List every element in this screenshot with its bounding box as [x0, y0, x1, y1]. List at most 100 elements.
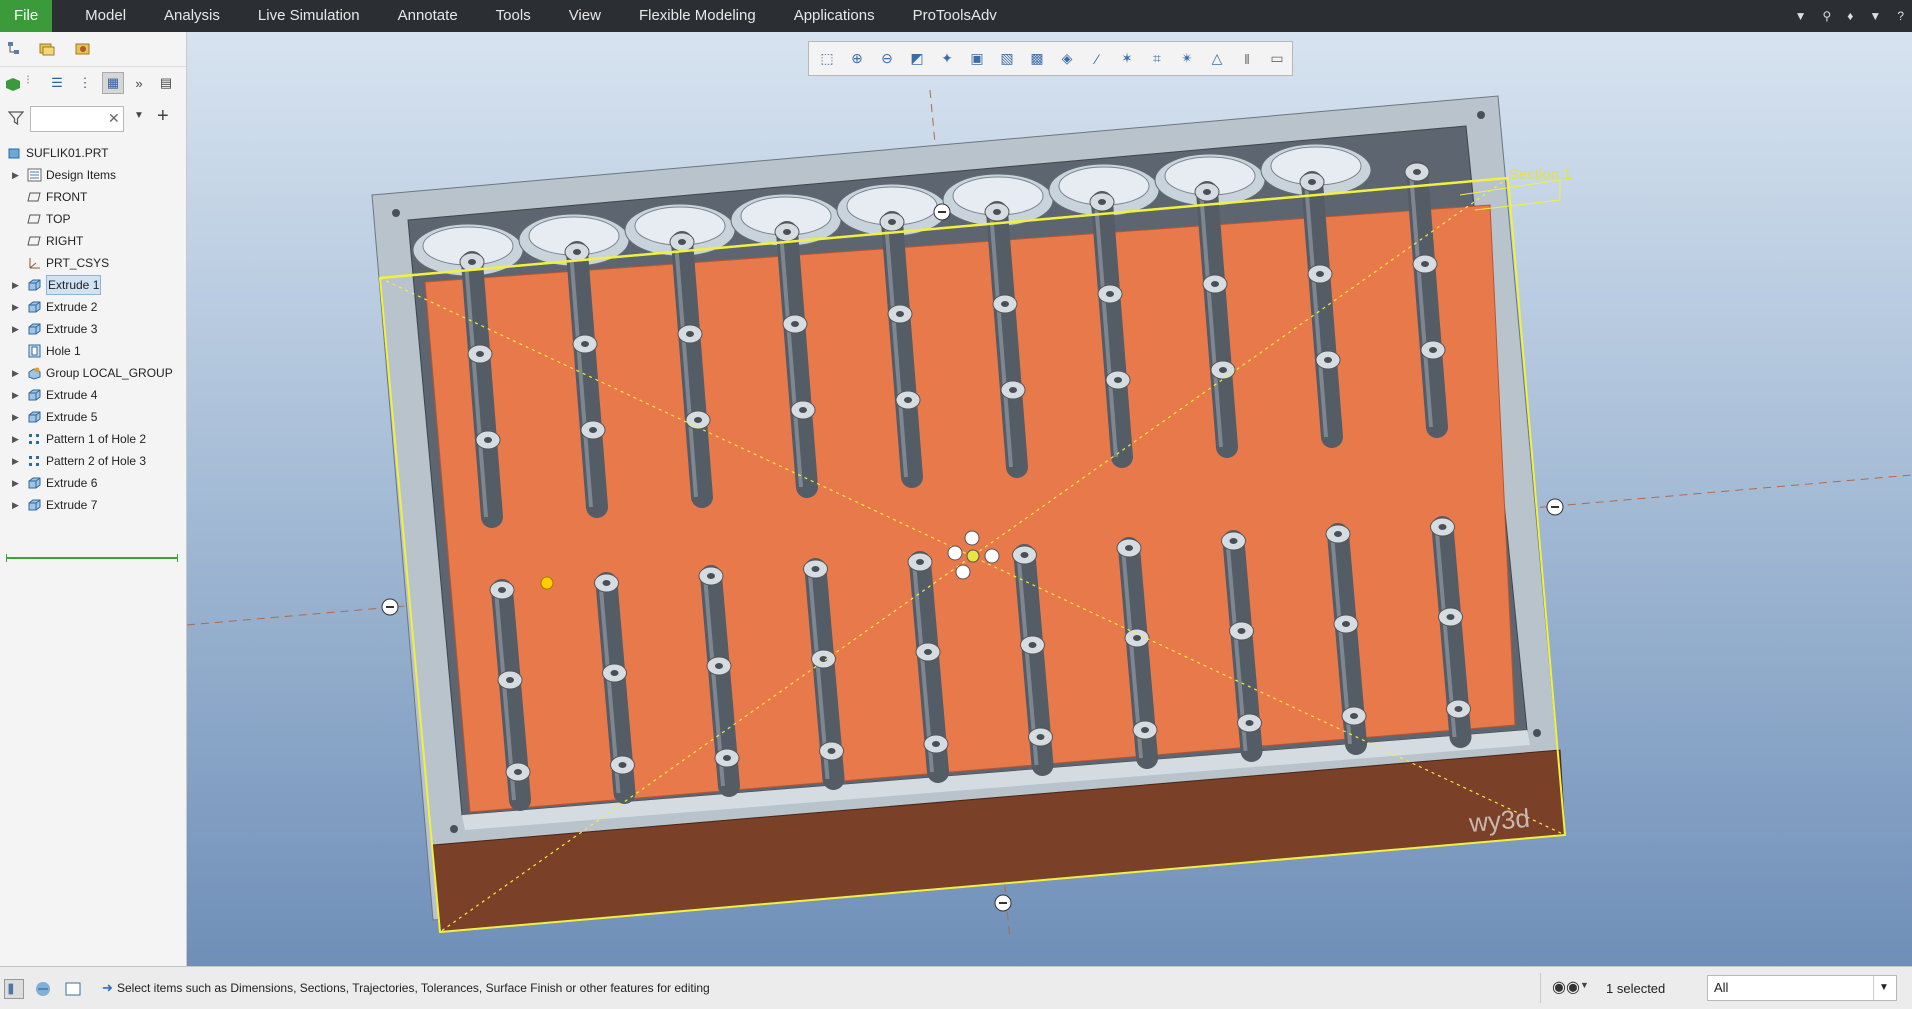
expand-icon[interactable]: ▶ [12, 428, 19, 450]
pin-hole [1203, 189, 1211, 195]
folder-browser-tab-icon[interactable] [38, 40, 56, 58]
annotation-display-icon[interactable]: ∕ [1085, 47, 1109, 71]
find-button[interactable]: ◉◉ ▼ [1550, 976, 1590, 1000]
browser-toggle-icon[interactable] [34, 980, 52, 998]
filter-icon[interactable] [8, 110, 24, 126]
tree-item-label: Extrude 7 [46, 498, 98, 512]
clear-icon[interactable]: ✕ [108, 110, 120, 127]
tree-item[interactable]: ▶ Extrude 5 [0, 406, 186, 428]
datum-point [540, 576, 554, 590]
search-icon[interactable]: ⚲ [1823, 9, 1832, 23]
expand-icon[interactable]: ▶ [12, 406, 19, 428]
chevron-down-icon[interactable]: ▼ [134, 110, 144, 121]
tree-item[interactable]: ▶ Pattern 2 of Hole 3 [0, 450, 186, 472]
tree-settings-icon[interactable]: ▦ [102, 72, 124, 94]
insert-here-indicator[interactable] [6, 554, 178, 562]
tree-item[interactable]: ▶ Group LOCAL_GROUP [0, 362, 186, 384]
expand-icon[interactable]: ▶ [12, 318, 19, 340]
datum-display-icon[interactable]: ◈ [1055, 47, 1079, 71]
tree-item[interactable]: ▶ Extrude 7 [0, 494, 186, 516]
tree-item-label: FRONT [46, 190, 88, 204]
pin-hole [514, 769, 522, 775]
model-view[interactable]: wy3d [187, 32, 1912, 966]
measure-icon[interactable]: △ [1205, 47, 1229, 71]
disabled-icon[interactable]: ▭ [1265, 47, 1289, 71]
menu-bar: File Model Analysis Live Simulation Anno… [0, 0, 1912, 32]
pin-hole [476, 351, 484, 357]
tree-item[interactable]: ▶ Extrude 6 [0, 472, 186, 494]
menu-live-simulation[interactable]: Live Simulation [239, 0, 379, 32]
menu-applications[interactable]: Applications [775, 0, 894, 32]
tree-item[interactable]: ▶ Design Items [0, 164, 186, 186]
tree-item-label: Pattern 2 of Hole 3 [46, 454, 147, 468]
menu-analysis[interactable]: Analysis [145, 0, 239, 32]
view-manager-icon[interactable]: ✦ [935, 47, 959, 71]
menu-protoolsadv[interactable]: ProToolsAdv [894, 0, 1016, 32]
tree-item[interactable]: PRT_CSYS [0, 252, 186, 274]
section-icon[interactable]: ▩ [1025, 47, 1049, 71]
tree-root[interactable]: SUFLIK01.PRT [0, 142, 186, 164]
graphics-area[interactable]: wy3d ⬚ ⊕ ⊖ ◩ ✦ ▣ ▧ ▩ ◈ ∕ ✶ ⌗ ✴ △ ‖ ▭ Section 1 [187, 32, 1912, 966]
pin-hole [506, 677, 514, 683]
tree-item[interactable]: TOP [0, 208, 186, 230]
tree-item[interactable]: RIGHT [0, 230, 186, 252]
expand-icon[interactable]: ▶ [12, 296, 19, 318]
display-style-icon[interactable]: ▧ [995, 47, 1019, 71]
saved-orientations-icon[interactable]: ▣ [965, 47, 989, 71]
tree-item[interactable]: ▶ Extrude 3 [0, 318, 186, 340]
pin-hole [468, 259, 476, 265]
zoom-in-icon[interactable]: ⊕ [845, 47, 869, 71]
add-icon[interactable]: + [157, 105, 169, 128]
full-screen-icon[interactable] [64, 980, 82, 998]
zoom-out-icon[interactable]: ⊖ [875, 47, 899, 71]
refit-icon[interactable]: ⬚ [815, 47, 839, 71]
spin-center-icon[interactable]: ⌗ [1145, 47, 1169, 71]
tree-item[interactable]: ▶ Extrude 2 [0, 296, 186, 318]
tree-item[interactable]: FRONT [0, 186, 186, 208]
tree-item[interactable]: Hole 1 [0, 340, 186, 362]
chevron-down-icon[interactable]: ▼ [1795, 9, 1807, 23]
graduation-cap-icon[interactable]: ♦ [1847, 9, 1853, 23]
pin-hole [811, 566, 820, 572]
csys-display-icon[interactable]: ✶ [1115, 47, 1139, 71]
repaint-icon[interactable]: ◩ [905, 47, 929, 71]
pause-icon[interactable]: ‖ [1235, 47, 1259, 71]
menu-tools[interactable]: Tools [477, 0, 550, 32]
trajectory-icon[interactable]: ✴ [1175, 47, 1199, 71]
tree-item[interactable]: ▶ Extrude 1 [0, 274, 186, 296]
help-icon[interactable]: ? [1897, 9, 1904, 23]
tree-item[interactable]: ▶ Extrude 4 [0, 384, 186, 406]
model-geometry: wy3d [187, 89, 1912, 941]
tree-filters-icon[interactable]: ⋮ [74, 72, 96, 94]
selection-filter-select[interactable]: All ▼ [1707, 975, 1897, 1001]
more-chevron-icon[interactable]: » [128, 72, 150, 94]
pin-hole [610, 670, 619, 676]
menu-model[interactable]: Model [66, 0, 145, 32]
pin-hole [993, 209, 1001, 215]
navigator-toggle-icon[interactable] [4, 979, 24, 999]
tree-item-label: Extrude 3 [46, 322, 98, 336]
pin-hole [1098, 199, 1106, 205]
show-icon[interactable]: ▤ [155, 72, 177, 94]
expand-icon[interactable]: ▶ [12, 274, 19, 296]
expand-icon[interactable]: ▶ [12, 362, 19, 384]
tree-view-list-icon[interactable]: ☰ [46, 72, 68, 94]
expand-icon[interactable]: ▶ [12, 164, 19, 186]
expand-icon[interactable]: ▶ [12, 494, 19, 516]
menu-annotate[interactable]: Annotate [379, 0, 477, 32]
expand-icon[interactable]: ▶ [12, 450, 19, 472]
expand-icon[interactable]: ▶ [12, 472, 19, 494]
tree-item-label: PRT_CSYS [46, 256, 110, 270]
tree-item[interactable]: ▶ Pattern 1 of Hole 2 [0, 428, 186, 450]
menu-file[interactable]: File [0, 0, 53, 32]
pin-hole [484, 437, 492, 443]
model-tree-tab-icon[interactable] [6, 40, 24, 58]
chevron-down-icon[interactable]: ▼ [1869, 9, 1881, 23]
section-label[interactable]: Section 1 [1509, 166, 1572, 183]
menu-view[interactable]: View [550, 0, 620, 32]
menu-flexible-modeling[interactable]: Flexible Modeling [620, 0, 775, 32]
expand-icon[interactable]: ▶ [12, 384, 19, 406]
pin-hole [498, 587, 506, 593]
pin-hole [1342, 621, 1350, 627]
favorites-tab-icon[interactable] [74, 40, 92, 58]
